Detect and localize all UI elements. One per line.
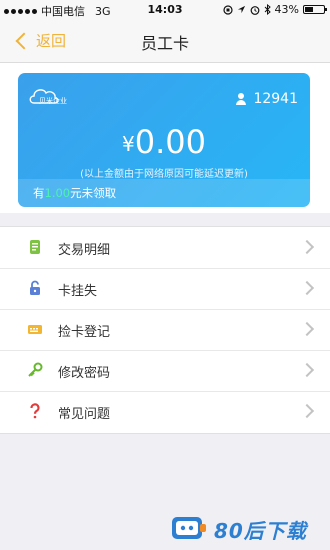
company-logo-text: 贝米企业 (39, 96, 67, 105)
menu-item-faq[interactable]: 常见问题 (0, 391, 330, 432)
watermark: 80后下载 (170, 512, 330, 546)
transaction-detail-icon (30, 240, 40, 254)
watermark-text: 80后下载 (214, 518, 307, 543)
page-title: 员工卡 (140, 34, 189, 53)
currency-symbol: ¥ (122, 132, 135, 156)
chevron-right-icon (299, 362, 315, 378)
unlock-icon (30, 280, 40, 295)
watermark-logo-icon (172, 517, 206, 539)
menu-item-transactions[interactable]: 交易明细 (0, 227, 330, 268)
chevron-right-icon (299, 280, 315, 296)
status-bar: 中国电信 3G 14:03 43% (0, 0, 330, 20)
bluetooth-icon (264, 4, 271, 15)
card-area: 贝米企业 12941 ¥0.00 (以上金额由于网络原因可能延迟更新) 有1.0… (0, 63, 330, 213)
menu-item-change-password[interactable]: 修改密码 (0, 350, 330, 391)
battery-percent: 43% (274, 3, 299, 16)
chevron-right-icon (299, 321, 315, 337)
menu-item-label: 常见问题 (58, 407, 111, 422)
chevron-right-icon (299, 403, 315, 419)
employee-card[interactable]: 贝米企业 12941 ¥0.00 (以上金额由于网络原因可能延迟更新) 有1.0… (18, 73, 310, 207)
chevron-right-icon (299, 239, 315, 255)
card-balance: ¥0.00 (18, 123, 310, 161)
rotation-lock-icon (222, 4, 233, 15)
unclaimed-prefix: 有 (33, 186, 45, 200)
menu-item-label: 交易明细 (58, 243, 111, 258)
status-right: 43% (222, 3, 327, 16)
menu-item-label: 捡卡登记 (58, 325, 111, 340)
user-id: 12941 (253, 91, 298, 107)
menu-item-label: 修改密码 (58, 366, 111, 381)
location-icon (237, 5, 245, 14)
question-icon (30, 403, 40, 419)
menu-item-found-card[interactable]: 捡卡登记 (0, 309, 330, 350)
menu-item-label: 卡挂失 (58, 284, 98, 299)
unclaimed-banner[interactable]: 有1.00元未领取 (18, 179, 310, 207)
user-icon (235, 93, 247, 105)
key-icon (28, 362, 43, 377)
balance-amount: 0.00 (134, 123, 206, 161)
navigation-bar: 返回 员工卡 (0, 20, 330, 63)
card-user: 12941 (235, 91, 298, 107)
battery-icon (303, 5, 327, 14)
unclaimed-amount: 1.00 (44, 186, 71, 200)
card-register-icon (28, 325, 42, 334)
menu-item-report-loss[interactable]: 卡挂失 (0, 268, 330, 309)
company-logo-icon: 贝米企业 (29, 89, 67, 105)
balance-note: (以上金额由于网络原因可能延迟更新) (80, 169, 248, 180)
menu-list: 交易明细 卡挂失 捡卡登记 修改密码 常见问题 (0, 226, 330, 434)
unclaimed-suffix: 元未领取 (70, 186, 117, 200)
alarm-icon (250, 5, 259, 15)
